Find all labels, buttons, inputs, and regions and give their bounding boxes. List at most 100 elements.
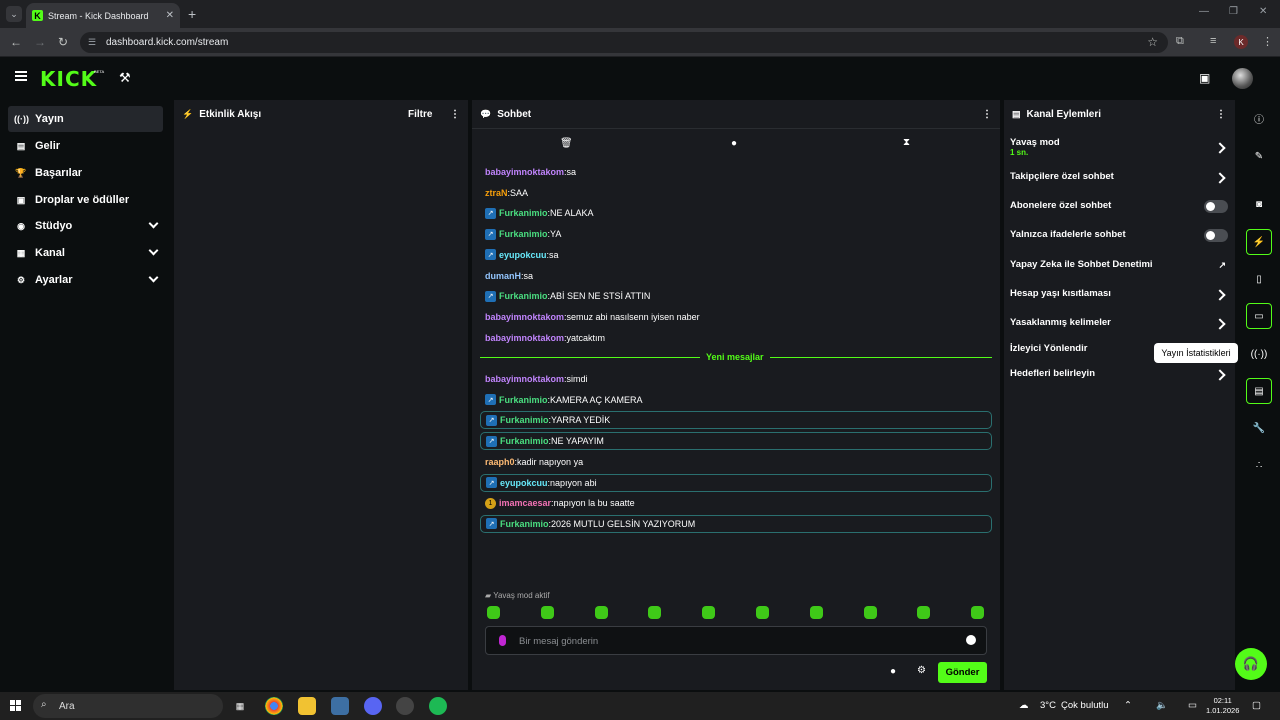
extensions-icon[interactable]: ⧉ xyxy=(1176,35,1184,48)
emoji-icon[interactable] xyxy=(966,635,976,645)
trash-icon[interactable]: 🗑 xyxy=(560,138,573,149)
chat-username[interactable]: babayimnoktakom xyxy=(485,167,564,177)
url-field[interactable]: ☰ dashboard.kick.com/stream ☆ xyxy=(80,32,1168,53)
lightning-icon[interactable]: ⚡ xyxy=(1246,229,1272,255)
task-view-icon[interactable]: ▦ xyxy=(231,697,249,715)
filter-button[interactable]: Filtre xyxy=(408,109,432,120)
chat-message[interactable]: babayimnoktakom: sa xyxy=(480,163,992,181)
chat-menu-icon[interactable]: ⋮ xyxy=(982,109,992,120)
chat-input[interactable]: Bir mesaj gönderin xyxy=(485,626,987,655)
weather-text[interactable]: Çok bulutlu xyxy=(1061,700,1109,711)
toggle-switch[interactable] xyxy=(1204,200,1228,213)
channel-actions-menu-icon[interactable]: ⋮ xyxy=(1216,109,1226,120)
support-headset-icon[interactable]: 🎧 xyxy=(1235,648,1267,680)
chat-username[interactable]: Furkanimio xyxy=(500,436,549,446)
bookmark-star-icon[interactable]: ☆ xyxy=(1147,35,1158,49)
chat-username[interactable]: Furkanimio xyxy=(499,208,548,218)
chat-username[interactable]: eyupokcuu xyxy=(500,478,548,488)
chat-settings-bubble-icon[interactable]: ● xyxy=(890,666,896,677)
pencil-icon[interactable]: ✎ xyxy=(1246,143,1272,169)
tab-search-button[interactable]: ⌄ xyxy=(6,6,22,22)
tray-chevron-icon[interactable]: ⌃ xyxy=(1124,700,1132,711)
microphone-icon[interactable] xyxy=(499,635,506,646)
channel-action-item[interactable]: Hedefleri belirleyin xyxy=(1010,368,1230,384)
emote-icon[interactable] xyxy=(487,606,500,619)
emote-icon[interactable] xyxy=(863,606,877,619)
reload-icon[interactable]: ↻ xyxy=(58,35,68,49)
profile-avatar[interactable]: K xyxy=(1234,35,1248,49)
chat-username[interactable]: Furkanimio xyxy=(499,395,548,405)
obs-icon[interactable] xyxy=(396,697,414,715)
broadcast-stats-icon[interactable]: ((·)) xyxy=(1246,341,1272,367)
channel-action-item[interactable]: Yavaş mod 1 sn. xyxy=(1010,137,1230,161)
discord-icon[interactable] xyxy=(364,697,382,715)
chat-message[interactable]: ztraN: SAA xyxy=(480,184,992,202)
notification-icon[interactable]: ▢ xyxy=(1252,700,1261,711)
battery-icon[interactable]: ▭ xyxy=(1188,700,1197,711)
emote-icon[interactable] xyxy=(702,606,716,619)
share-icon[interactable]: ∴ xyxy=(1246,452,1272,478)
sidebar-item-kanal[interactable]: ▦ Kanal xyxy=(8,240,163,266)
chat-message[interactable]: ↗ Furkanimio: YA xyxy=(480,225,992,243)
chrome-icon[interactable] xyxy=(265,697,283,715)
chat-username[interactable]: babayimnoktakom xyxy=(485,312,564,322)
gear-icon[interactable]: ⚙ xyxy=(917,665,926,676)
weather-temp[interactable]: 3°C xyxy=(1040,700,1056,711)
stream-preview-icon[interactable]: ▣ xyxy=(1199,71,1210,85)
chat-bubble-icon[interactable]: ● xyxy=(731,138,737,149)
close-tab-icon[interactable]: ✕ xyxy=(166,10,174,21)
file-explorer-icon[interactable] xyxy=(298,697,316,715)
chat-message[interactable]: ↗ Furkanimio: NE ALAKA xyxy=(480,204,992,222)
capture-icon[interactable]: ◙ xyxy=(1246,191,1272,217)
chat-username[interactable]: ztraN xyxy=(485,188,508,198)
minimize-icon[interactable]: — xyxy=(1199,6,1209,17)
restore-icon[interactable]: ❐ xyxy=(1229,6,1238,17)
site-info-icon[interactable]: ☰ xyxy=(88,37,96,48)
chat-message[interactable]: ↗ Furkanimio: NE YAPAYIM xyxy=(480,432,992,451)
chat-username[interactable]: imamcaesar xyxy=(499,498,551,508)
channel-actions-icon[interactable]: ▤ xyxy=(1246,378,1272,404)
wrench-icon[interactable]: 🔧 xyxy=(1246,415,1272,441)
emote-icon[interactable] xyxy=(809,606,823,619)
channel-action-item[interactable]: Yalnızca ifadelerle sohbet xyxy=(1010,229,1230,245)
chat-username[interactable]: Furkanimio xyxy=(500,415,549,425)
sidebar-item-gelir[interactable]: ▤ Gelir xyxy=(8,133,163,159)
menu-icon[interactable] xyxy=(15,71,27,81)
chat-message[interactable]: ↗ Furkanimio: KAMERA AÇ KAMERA xyxy=(480,391,992,409)
chat-username[interactable]: eyupokcuu xyxy=(499,250,547,260)
toggle-switch[interactable] xyxy=(1204,229,1228,242)
chat-username[interactable]: raaph0 xyxy=(485,457,515,467)
chat-message[interactable]: ↗ eyupokcuu: sa xyxy=(480,246,992,264)
media-icon[interactable]: ≡ xyxy=(1210,35,1216,47)
windows-start-icon[interactable] xyxy=(10,700,21,711)
taskbar-search[interactable]: ⌕ Ara xyxy=(33,694,223,718)
chat-message[interactable]: ↗ Furkanimio: 2026 MUTLU GELSİN YAZIYORUM xyxy=(480,514,992,533)
emote-icon[interactable] xyxy=(756,606,769,619)
taskbar-clock[interactable]: 02:11 1.01.2026 xyxy=(1206,696,1239,716)
spotify-icon[interactable] xyxy=(429,697,447,715)
emote-icon[interactable] xyxy=(540,606,554,619)
browser-menu-icon[interactable]: ⋮ xyxy=(1262,35,1273,48)
user-avatar[interactable] xyxy=(1232,68,1253,89)
chat-icon[interactable]: ▭ xyxy=(1246,303,1272,329)
chat-message[interactable]: raaph0: kadir napıyon ya xyxy=(480,453,992,471)
sidebar-item-ayarlar[interactable]: ⚙ Ayarlar xyxy=(8,267,163,293)
sidebar-item-yayin[interactable]: ((·)) Yayın xyxy=(8,106,163,132)
emote-icon[interactable] xyxy=(971,606,985,619)
hourglass-icon[interactable]: ⧗ xyxy=(903,137,910,148)
kick-logo[interactable]: KICK xyxy=(40,67,97,91)
chat-username[interactable]: dumanH xyxy=(485,271,521,281)
document-icon[interactable]: ▯ xyxy=(1246,266,1272,292)
emote-icon[interactable] xyxy=(594,606,608,619)
chat-message[interactable]: babayimnoktakom: yatcaktım xyxy=(480,329,992,347)
sidebar-item-studyo[interactable]: ◉ Stüdyo xyxy=(8,213,163,239)
chat-message[interactable]: babayimnoktakom: simdi xyxy=(480,370,992,388)
chat-message[interactable]: dumanH: sa xyxy=(480,267,992,285)
hammer-icon[interactable]: ⚒ xyxy=(119,70,131,86)
new-tab-button[interactable]: + xyxy=(188,6,196,22)
chat-message[interactable]: 1 imamcaesar: napıyon la bu saatte xyxy=(480,494,992,512)
chat-message[interactable]: ↗ Furkanimio: YARRA YEDİK xyxy=(480,411,992,430)
channel-action-item[interactable]: Yasaklanmış kelimeler xyxy=(1010,317,1230,333)
window-close-icon[interactable]: ✕ xyxy=(1259,6,1267,17)
browser-tab[interactable]: K Stream - Kick Dashboard ✕ xyxy=(26,3,180,28)
